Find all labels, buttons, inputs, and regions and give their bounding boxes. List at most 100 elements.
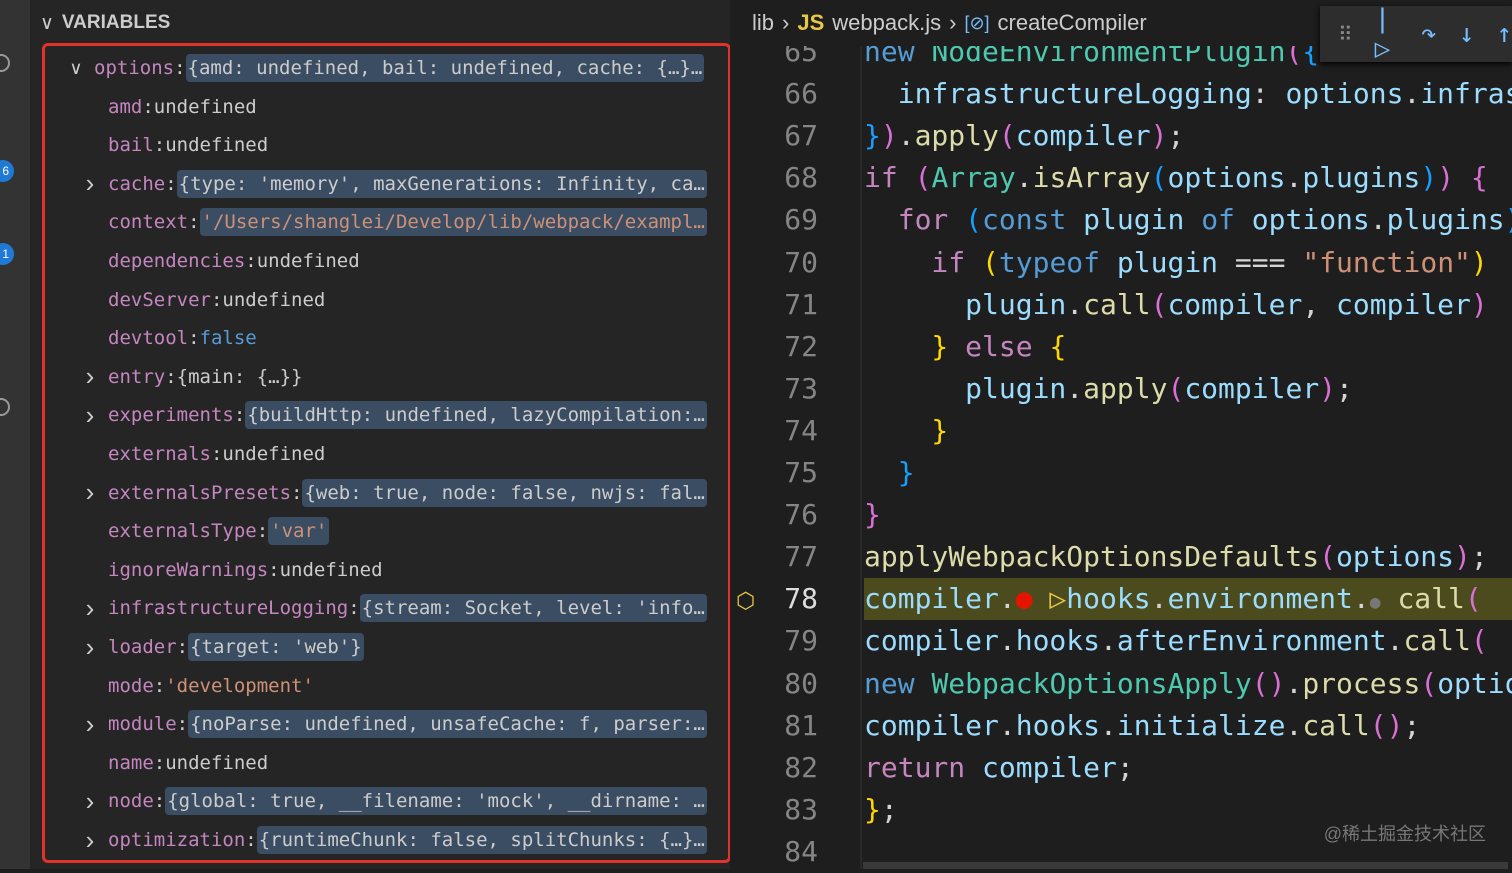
line-number[interactable]: 68 bbox=[760, 157, 818, 199]
current-code-line[interactable]: compiler.● ▷hooks.environment.● call( bbox=[864, 578, 1512, 621]
code-token: . bbox=[998, 624, 1016, 658]
code-editor[interactable]: lib › JS webpack.js › [⊘] createCompiler… bbox=[730, 0, 1512, 869]
code-token: ; bbox=[1336, 371, 1353, 405]
annotation-highlight-box bbox=[42, 43, 731, 863]
code-token: options bbox=[1336, 540, 1455, 574]
line-number[interactable]: 72 bbox=[760, 326, 818, 368]
code-token: . bbox=[998, 708, 1016, 742]
line-number[interactable]: 78 bbox=[760, 578, 818, 620]
code-token: compiler bbox=[864, 624, 999, 658]
breadcrumb-file[interactable]: webpack.js bbox=[832, 10, 941, 36]
breadcrumb: lib › JS webpack.js › [⊘] createCompiler bbox=[730, 0, 1330, 46]
line-number[interactable]: 69 bbox=[760, 199, 818, 241]
code-line[interactable]: } bbox=[864, 410, 1512, 452]
code-token: : bbox=[1251, 77, 1286, 111]
code-token: ; bbox=[1470, 540, 1488, 574]
code-token: { bbox=[1049, 329, 1067, 363]
code-line[interactable]: compiler.hooks.initialize.call(); bbox=[864, 705, 1512, 747]
code-token: ( bbox=[982, 245, 999, 279]
code-token: hooks bbox=[1066, 582, 1151, 616]
code-line[interactable]: }).apply(compiler); bbox=[864, 115, 1512, 157]
line-number[interactable]: 74 bbox=[760, 410, 818, 452]
code-token: . bbox=[1015, 161, 1033, 195]
activity-icon[interactable] bbox=[0, 54, 10, 72]
code-token: } bbox=[864, 498, 881, 532]
code-token: ) bbox=[1454, 540, 1471, 574]
code-line[interactable]: applyWebpackOptionsDefaults(options); bbox=[864, 536, 1512, 578]
line-number[interactable]: 67 bbox=[760, 115, 818, 157]
activity-icon[interactable] bbox=[0, 398, 10, 416]
code-token: compiler bbox=[1015, 119, 1151, 153]
code-line[interactable]: } bbox=[864, 494, 1512, 536]
code-line[interactable]: infrastructureLogging: options.infrastru… bbox=[864, 73, 1512, 115]
continue-icon[interactable]: |▷ bbox=[1375, 4, 1399, 64]
line-number[interactable]: 75 bbox=[760, 452, 818, 494]
code-token: . bbox=[1285, 161, 1303, 195]
chevron-down-icon: ∨ bbox=[40, 12, 54, 34]
code-token: } bbox=[864, 456, 915, 489]
code-token: typeof bbox=[998, 245, 1117, 279]
code-token: options bbox=[1437, 666, 1512, 700]
code-token: options bbox=[1167, 161, 1286, 195]
breakpoint-stopped-icon[interactable]: ⬡ bbox=[736, 589, 755, 614]
code-token: ( bbox=[1420, 666, 1438, 700]
code-line[interactable]: for (const plugin of options.plugins) bbox=[864, 199, 1512, 241]
line-number[interactable]: 83 bbox=[760, 789, 818, 831]
code-token: compiler bbox=[982, 750, 1117, 784]
code-token: ) bbox=[880, 119, 898, 153]
code-token: ( bbox=[998, 119, 1016, 153]
code-token: } bbox=[864, 413, 949, 447]
code-token: new bbox=[864, 666, 932, 700]
line-number[interactable]: 76 bbox=[760, 494, 818, 536]
activity-bar: 6 1 bbox=[0, 0, 30, 869]
code-token: ( bbox=[1470, 624, 1488, 658]
code-token: compiler bbox=[1167, 287, 1303, 321]
step-over-icon[interactable]: ↷ bbox=[1421, 19, 1437, 49]
line-number[interactable]: 82 bbox=[760, 747, 818, 789]
code-token: compiler bbox=[864, 708, 999, 742]
breadcrumb-folder[interactable]: lib bbox=[752, 10, 774, 36]
line-number[interactable]: 81 bbox=[760, 705, 818, 747]
line-number[interactable]: 80 bbox=[760, 663, 818, 705]
line-number[interactable]: 84 bbox=[760, 831, 818, 873]
code-line[interactable]: compiler.hooks.afterEnvironment.call( bbox=[864, 620, 1512, 662]
line-number[interactable]: 77 bbox=[760, 536, 818, 578]
inline-breakpoint-icon: ● bbox=[1015, 582, 1033, 616]
code-line[interactable]: plugin.call(compiler, compiler) bbox=[864, 284, 1512, 326]
code-token: for bbox=[864, 203, 966, 237]
code-line[interactable]: } else { bbox=[864, 326, 1512, 368]
line-number[interactable]: 73 bbox=[760, 368, 818, 410]
breadcrumb-symbol[interactable]: createCompiler bbox=[998, 10, 1147, 36]
code-token: ) bbox=[1150, 119, 1168, 153]
code-token: === bbox=[1234, 245, 1303, 279]
code-token: options bbox=[1251, 203, 1370, 237]
code-line[interactable]: return compiler; bbox=[864, 747, 1512, 789]
code-token: environment bbox=[1167, 582, 1353, 616]
code-token: call bbox=[1380, 582, 1465, 616]
code-line[interactable]: new WebpackOptionsApply().process(option… bbox=[864, 663, 1512, 705]
drag-handle-icon[interactable]: ⠿ bbox=[1338, 22, 1353, 46]
code-line[interactable]: } bbox=[864, 452, 1512, 494]
code-token: ) bbox=[1470, 287, 1488, 321]
line-number[interactable]: 71 bbox=[760, 284, 818, 326]
line-number[interactable]: 79 bbox=[760, 620, 818, 662]
variables-header[interactable]: ∨ VARIABLES bbox=[30, 0, 730, 46]
code-line[interactable]: if (Array.isArray(options.plugins)) { bbox=[864, 157, 1512, 199]
code-token: . bbox=[1066, 371, 1084, 405]
code-token: afterEnvironment bbox=[1116, 624, 1387, 658]
code-line[interactable]: if (typeof plugin === "function") bbox=[864, 242, 1512, 284]
code-token: ( bbox=[1167, 371, 1185, 405]
line-number[interactable]: 70 bbox=[760, 242, 818, 284]
step-into-icon[interactable]: ↓ bbox=[1459, 19, 1475, 49]
code-token: compiler bbox=[1336, 287, 1471, 321]
section-title: VARIABLES bbox=[61, 12, 171, 33]
code-token: of bbox=[1201, 203, 1252, 237]
code-line[interactable]: plugin.apply(compiler); bbox=[864, 368, 1512, 410]
code-token: ; bbox=[1403, 708, 1421, 742]
code-token: . bbox=[998, 582, 1016, 616]
step-out-icon[interactable]: ↑ bbox=[1496, 19, 1512, 49]
code-token: . bbox=[1100, 708, 1117, 742]
code-token: compiler bbox=[1184, 371, 1320, 405]
line-number[interactable]: 66 bbox=[760, 73, 818, 115]
horizontal-scrollbar[interactable] bbox=[863, 862, 1508, 869]
